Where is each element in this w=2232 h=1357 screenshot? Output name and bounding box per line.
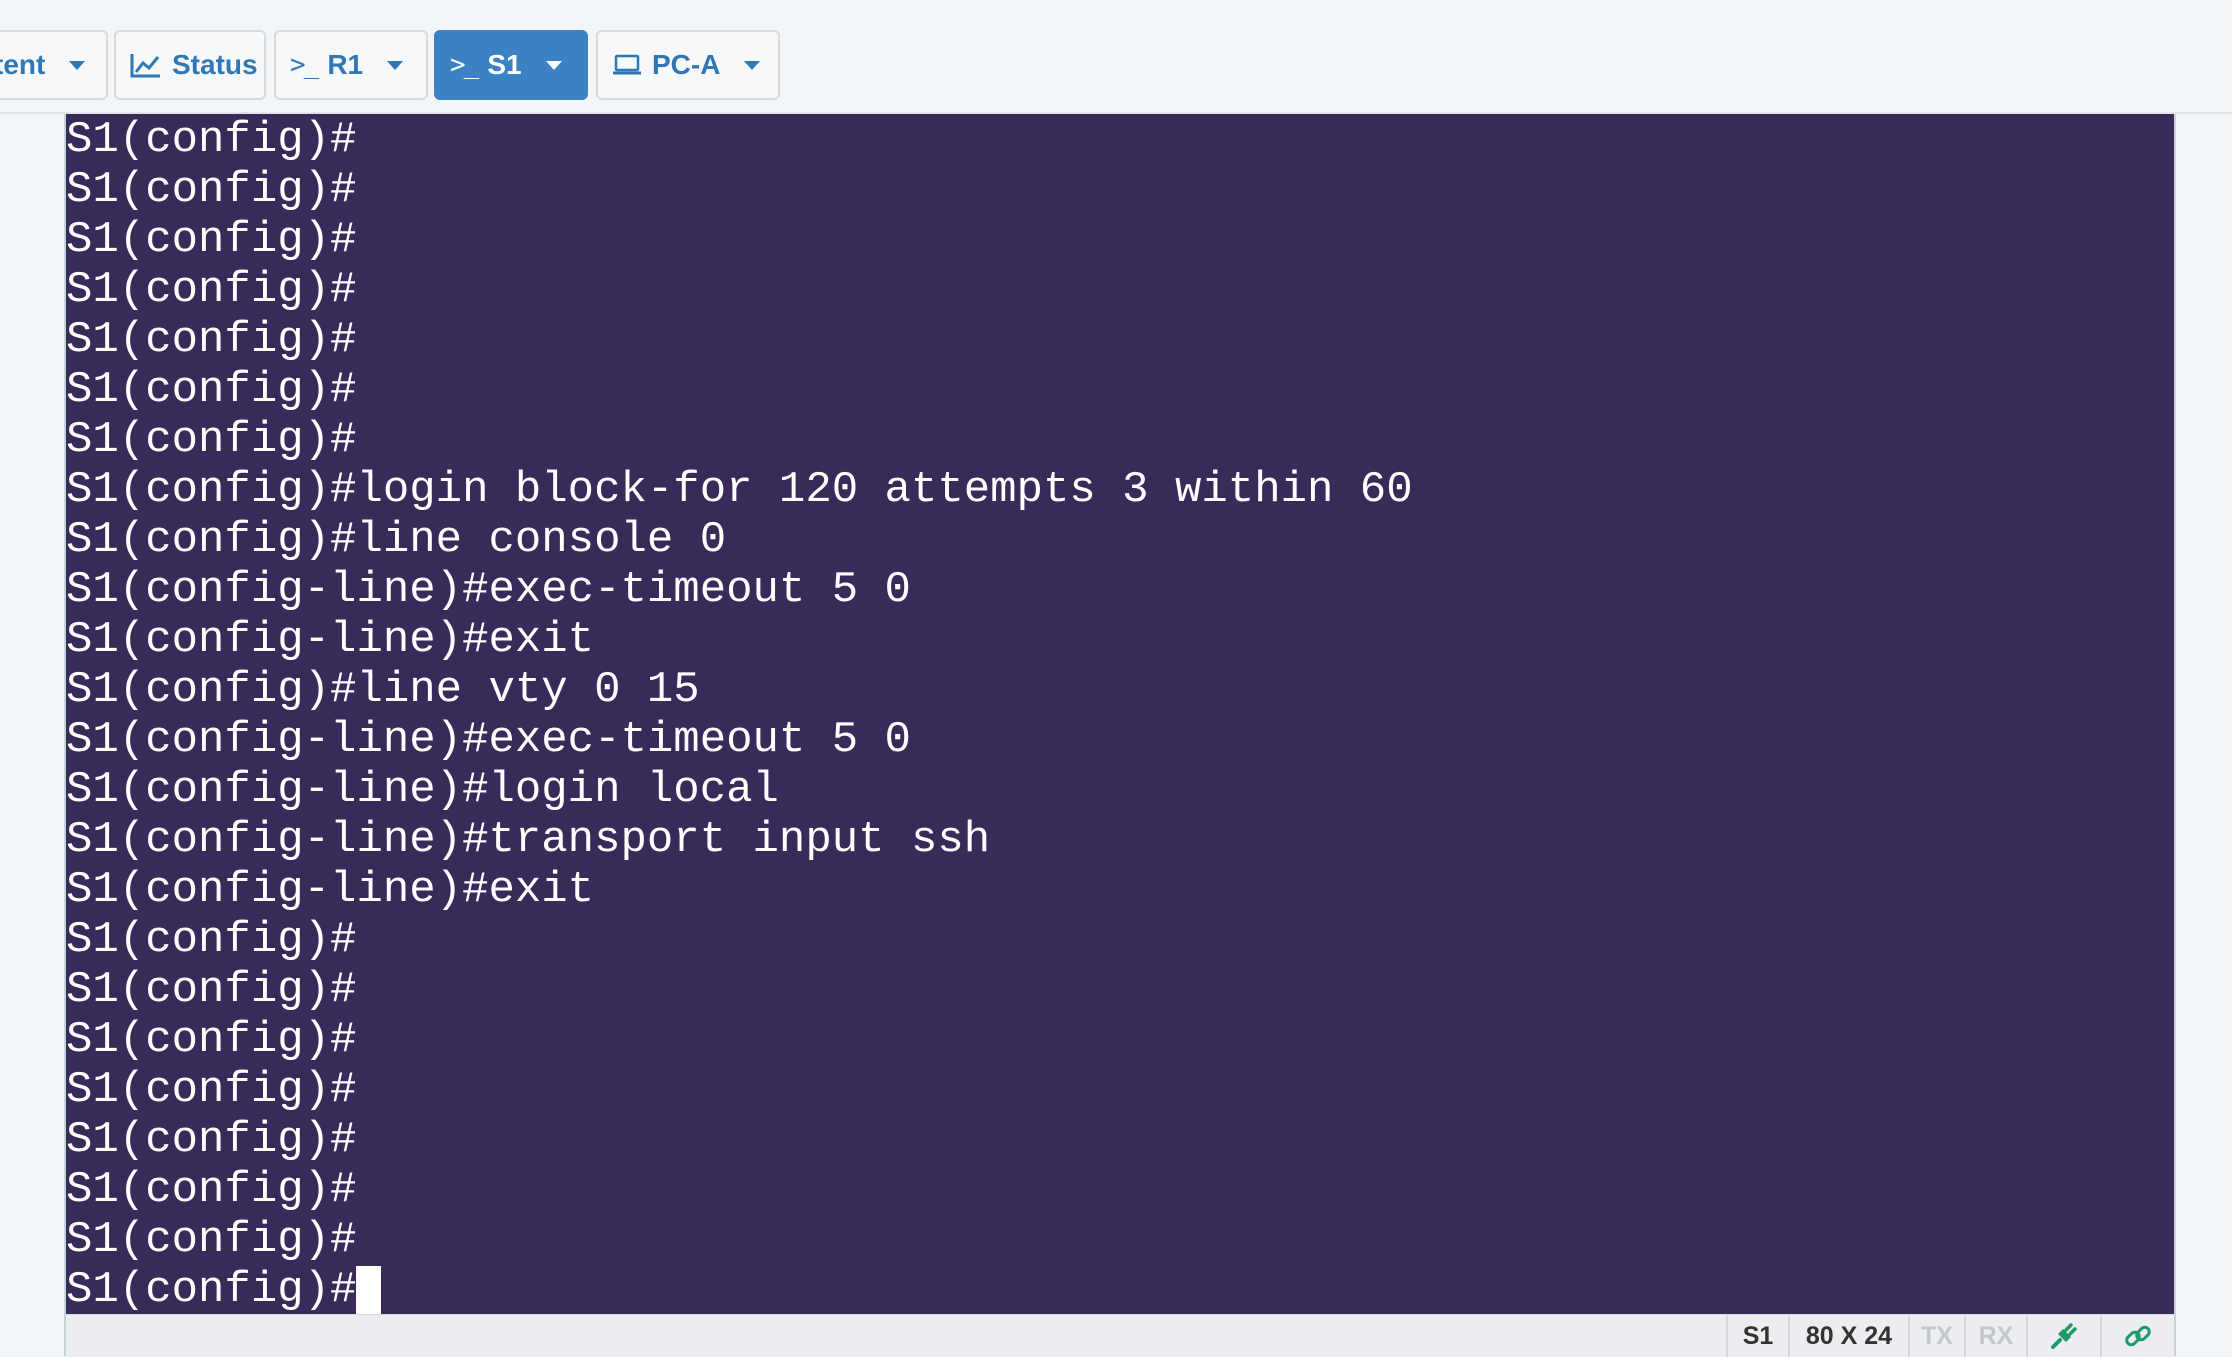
console-panel: S1(config)# S1(config)# S1(config)# S1(conf… (64, 114, 2176, 1357)
terminal-line-text: S1(config)# (66, 1215, 357, 1265)
terminal-line: S1(config)# (66, 915, 2174, 965)
terminal-line-text: S1(config)# (66, 215, 357, 265)
terminal-line-text: S1(config)# (66, 315, 357, 365)
terminal-line-text: S1(config-line)#exit (66, 865, 595, 915)
terminal-line-text: S1(config)# (66, 115, 357, 165)
terminal-line: S1(config)# (66, 365, 2174, 415)
terminal-line-text: S1(config)#line vty 0 15 (66, 665, 700, 715)
terminal-line: S1(config-line)#transport input ssh (66, 815, 2174, 865)
terminal-line: S1(config-line)#exec-timeout 5 0 (66, 565, 2174, 615)
tab-r1-label: R1 (327, 49, 364, 80)
terminal-line-text: S1(config-line)#exit (66, 615, 595, 665)
tab-status-label: Status (172, 49, 258, 80)
terminal-line-text: S1(config)#login block-for 120 attempts … (66, 465, 1413, 515)
terminal-line: S1(config)# (66, 1065, 2174, 1115)
terminal-prompt-icon: >_ (450, 50, 479, 80)
text-cursor (356, 1266, 382, 1314)
tab-pc-a-label: PC-A (652, 49, 721, 80)
laptop-icon (612, 53, 642, 77)
terminal-line-text: S1(config)# (66, 265, 357, 315)
terminal-line-text: S1(config)# (66, 965, 357, 1015)
device-tab-bar: tent Status >_ R1 >_ S1 PC-A (0, 0, 2232, 114)
terminal-line: S1(config)# (66, 1115, 2174, 1165)
terminal-line-text: S1(config)# (66, 1265, 357, 1314)
terminal-console[interactable]: S1(config)# S1(config)# S1(config)# S1(conf… (66, 114, 2174, 1314)
terminal-line-text: S1(config)# (66, 165, 357, 215)
terminal-line: S1(config)# (66, 265, 2174, 315)
terminal-line: S1(config)# (66, 1015, 2174, 1065)
terminal-size-indicator: 80 X 24 (1788, 1315, 1908, 1357)
terminal-line: S1(config)# (66, 1165, 2174, 1215)
tab-r1[interactable]: >_ R1 (274, 30, 428, 100)
terminal-line-text: S1(config-line)#exec-timeout 5 0 (66, 715, 911, 765)
chart-line-icon (130, 52, 162, 78)
terminal-line-text: S1(config)# (66, 415, 357, 465)
terminal-status-bar: S1 80 X 24 TX RX (66, 1314, 2174, 1357)
terminal-line-text: S1(config-line)#transport input ssh (66, 815, 991, 865)
tab-s1-label: S1 (487, 49, 522, 80)
chevron-down-icon (387, 60, 404, 70)
terminal-line-text: S1(config)# (66, 1165, 357, 1215)
terminal-line-text: S1(config)# (66, 365, 357, 415)
tab-s1[interactable]: >_ S1 (434, 30, 588, 100)
terminal-line: S1(config)# (66, 115, 2174, 165)
terminal-line-text: S1(config)# (66, 915, 357, 965)
terminal-line: S1(config)# (66, 165, 2174, 215)
device-name-indicator: S1 (1726, 1315, 1788, 1357)
terminal-line: S1(config-line)#exec-timeout 5 0 (66, 715, 2174, 765)
terminal-line: S1(config)#line vty 0 15 (66, 665, 2174, 715)
tab-pc-a[interactable]: PC-A (596, 30, 780, 100)
rx-indicator: RX (1964, 1315, 2026, 1357)
terminal-line: S1(config)# (66, 415, 2174, 465)
terminal-line: S1(config)#login block-for 120 attempts … (66, 465, 2174, 515)
plug-icon[interactable] (2026, 1315, 2100, 1357)
terminal-line: S1(config)# (66, 215, 2174, 265)
terminal-line-text: S1(config)#line console 0 (66, 515, 727, 565)
tx-indicator: TX (1908, 1315, 1964, 1357)
terminal-line: S1(config-line)#login local (66, 765, 2174, 815)
terminal-line: S1(config-line)#exit (66, 865, 2174, 915)
terminal-line-text: S1(config)# (66, 1015, 357, 1065)
terminal-line: S1(config)# (66, 965, 2174, 1015)
terminal-line-text: S1(config)# (66, 1115, 357, 1165)
terminal-line-text: S1(config-line)#login local (66, 765, 779, 815)
terminal-line-text: S1(config-line)#exec-timeout 5 0 (66, 565, 911, 615)
terminal-line: S1(config-line)#exit (66, 615, 2174, 665)
chevron-down-icon (744, 60, 761, 70)
tab-status[interactable]: Status (114, 30, 266, 100)
tab-content[interactable]: tent (0, 30, 108, 100)
tab-content-label: tent (0, 49, 46, 80)
terminal-line: S1(config)# (66, 1265, 2174, 1314)
chevron-down-icon (545, 60, 562, 70)
terminal-line: S1(config)#line console 0 (66, 515, 2174, 565)
terminal-line: S1(config)# (66, 1215, 2174, 1265)
terminal-line: S1(config)# (66, 315, 2174, 365)
terminal-line-text: S1(config)# (66, 1065, 357, 1115)
link-icon[interactable] (2100, 1315, 2174, 1357)
terminal-prompt-icon: >_ (290, 50, 319, 80)
chevron-down-icon (69, 60, 86, 70)
